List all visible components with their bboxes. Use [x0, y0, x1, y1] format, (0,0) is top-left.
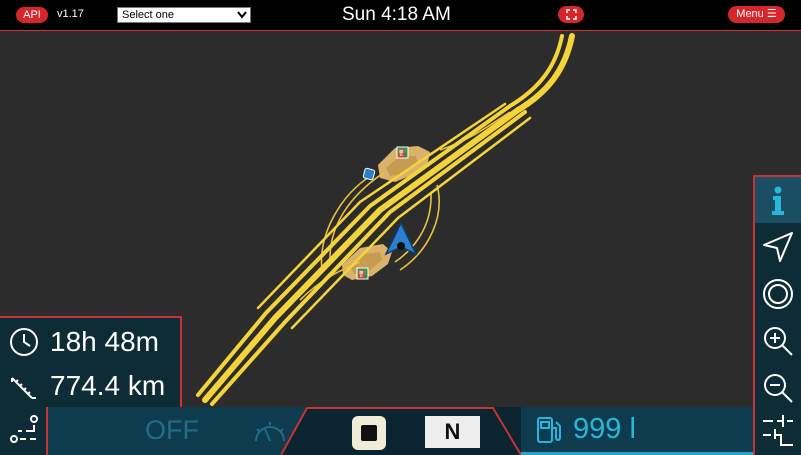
distance-value: 774.4 km	[50, 370, 166, 401]
service-marker[interactable]	[362, 167, 376, 181]
stop-button[interactable]	[352, 416, 386, 450]
parking-marker-north[interactable]: ⛽	[396, 146, 409, 159]
fuel-pump-icon	[537, 417, 561, 443]
trip-info-panel: 18h 48m 774.4 km	[0, 316, 182, 407]
bottom-bar: OFF N 999 l	[0, 407, 801, 455]
info-button[interactable]	[755, 177, 801, 223]
zoom-out-icon	[764, 374, 793, 403]
fullscreen-button[interactable]	[558, 6, 584, 23]
zoom-in-button[interactable]	[755, 318, 801, 364]
route-button[interactable]	[0, 407, 48, 455]
route-icon	[10, 415, 38, 443]
center-map-button[interactable]	[755, 271, 801, 317]
api-button[interactable]: API	[16, 7, 48, 23]
clock-display: Sun 4:18 AM	[342, 4, 451, 25]
cruise-control-panel[interactable]: OFF	[48, 407, 306, 455]
info-icon	[772, 186, 784, 215]
version-label: v1.17	[57, 8, 84, 20]
dashed-layers-icon	[763, 415, 793, 446]
map-select-dropdown[interactable]: Select one	[117, 7, 251, 23]
clock-icon	[10, 328, 38, 356]
cruise-status: OFF	[145, 415, 199, 445]
map-toolbar	[753, 175, 801, 407]
parking-marker-south[interactable]: ⛽	[356, 267, 369, 280]
svg-text:⛽: ⛽	[398, 148, 408, 158]
zoom-out-button[interactable]	[755, 365, 801, 411]
fullscreen-icon	[565, 9, 577, 20]
ruler-icon	[11, 377, 36, 399]
center-control-frame	[281, 407, 521, 455]
menu-button[interactable]: Menu ☰	[728, 6, 785, 23]
map-app: API v1.17 Select one Sun 4:18 AM Menu ☰	[0, 0, 801, 455]
layers-button[interactable]	[753, 407, 801, 455]
fuel-panel: 999 l	[521, 407, 753, 455]
stop-icon	[361, 425, 377, 441]
zoom-in-icon	[764, 327, 793, 356]
fuel-value: 999 l	[573, 413, 636, 445]
gear-indicator: N	[425, 416, 480, 448]
distance-row: 774.4 km	[0, 364, 182, 408]
svg-text:⛽: ⛽	[358, 269, 368, 279]
chevron-down-icon	[237, 11, 247, 19]
center-target-icon	[763, 279, 793, 309]
top-bar: API v1.17 Select one Sun 4:18 AM Menu ☰	[0, 0, 801, 31]
time-remaining-value: 18h 48m	[50, 326, 159, 357]
navigate-button[interactable]	[755, 224, 801, 270]
select-value: Select one	[122, 9, 174, 21]
time-remaining-row: 18h 48m	[0, 320, 182, 364]
navigation-arrow-icon	[763, 232, 793, 262]
